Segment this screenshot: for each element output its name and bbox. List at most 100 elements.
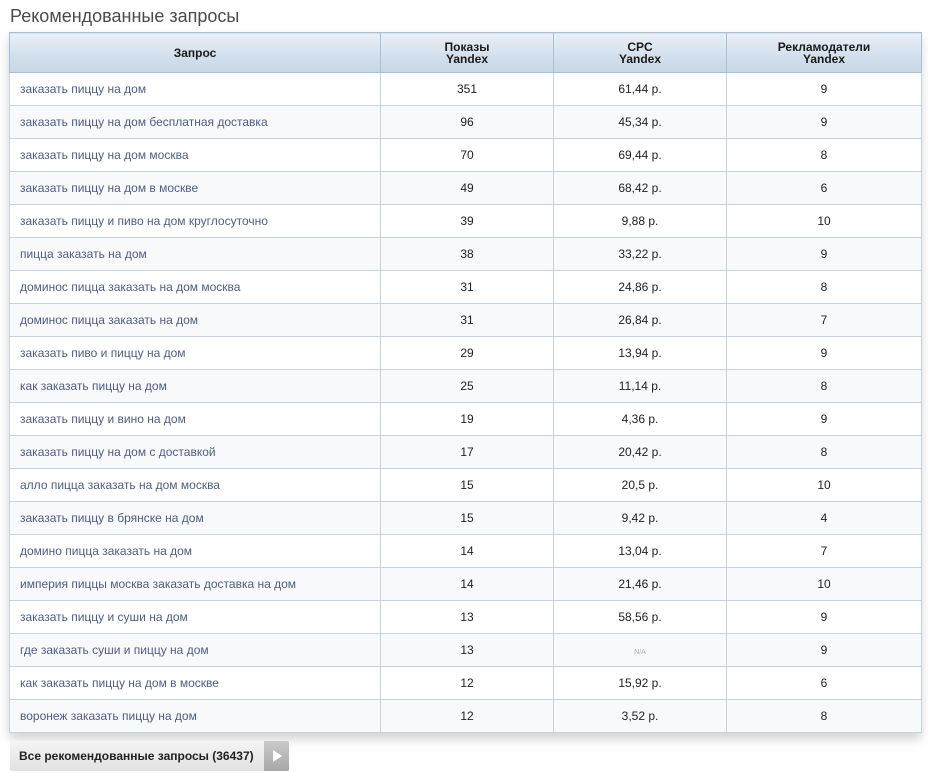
query-cell[interactable]: заказать пиццу и вино на дом <box>9 402 381 436</box>
column-header-shows-line1: Показы <box>444 39 490 54</box>
shows-cell: 15 <box>380 468 554 502</box>
advertisers-cell: 8 <box>726 435 922 469</box>
advertisers-cell: 10 <box>726 204 922 238</box>
query-cell[interactable]: заказать пиццу и пиво на дом круглосуточ… <box>9 204 381 238</box>
shows-cell: 14 <box>380 534 554 568</box>
play-arrow-icon[interactable] <box>264 741 289 771</box>
query-cell[interactable]: алло пицца заказать на дом москва <box>9 468 381 502</box>
section-title: Рекомендованные запросы <box>10 6 240 26</box>
cpc-cell: 24,86 р. <box>553 270 727 304</box>
column-header-cpc[interactable]: CPC Yandex <box>553 32 727 73</box>
shows-cell: 351 <box>380 72 554 106</box>
table-body: заказать пиццу на дом 351 61,44 р. 9 заказат… <box>9 72 922 733</box>
cpc-cell: 21,46 р. <box>553 567 727 601</box>
column-header-cpc-line1: CPC <box>627 39 653 54</box>
table-row: доминос пицца заказать на дом 31 26,84 р. 7 <box>9 303 922 337</box>
query-cell[interactable]: заказать пиво и пиццу на дом <box>9 336 381 370</box>
advertisers-cell: 7 <box>726 534 922 568</box>
column-header-shows[interactable]: Показы Yandex <box>380 32 554 73</box>
query-cell[interactable]: заказать пиццу на дом <box>9 72 381 106</box>
advertisers-cell: 8 <box>726 699 922 733</box>
table-row: империя пиццы москва заказать доставка н… <box>9 567 922 601</box>
shows-cell: 31 <box>380 303 554 337</box>
query-cell[interactable]: как заказать пиццу на дом <box>9 369 381 403</box>
recommended-queries-table: Запрос Показы Yandex CPC Yandex Рекламод… <box>9 32 922 733</box>
table-row: заказать пиццу на дом в москве 49 68,42 р.… <box>9 171 922 205</box>
column-header-advertisers-line1: Рекламодатели <box>777 39 871 54</box>
shows-cell: 49 <box>380 171 554 205</box>
cpc-cell: 68,42 р. <box>553 171 727 205</box>
column-header-shows-line2: Yandex <box>445 51 489 66</box>
table-row: пицца заказать на дом 38 33,22 р. 9 <box>9 237 922 271</box>
shows-cell: 39 <box>380 204 554 238</box>
advertisers-cell: 6 <box>726 666 922 700</box>
table-row: алло пицца заказать на дом москва 15 20,5 … <box>9 468 922 502</box>
query-cell[interactable]: как заказать пиццу на дом в москве <box>9 666 381 700</box>
column-header-shows-label: Показы Yandex <box>445 41 490 65</box>
cpc-cell: 61,44 р. <box>553 72 727 106</box>
cpc-cell: 26,84 р. <box>553 303 727 337</box>
query-cell[interactable]: империя пиццы москва заказать доставка н… <box>9 567 381 601</box>
advertisers-cell: 10 <box>726 468 922 502</box>
query-cell[interactable]: заказать пиццу и суши на дом <box>9 600 381 634</box>
table-row: как заказать пиццу на дом в москве 12 15,9… <box>9 666 922 700</box>
cpc-cell: 13,04 р. <box>553 534 727 568</box>
cpc-cell: 45,34 р. <box>553 105 727 139</box>
advertisers-cell: 8 <box>726 369 922 403</box>
shows-cell: 17 <box>380 435 554 469</box>
table-row: заказать пиццу на дом с доставкой 17 20,42… <box>9 435 922 469</box>
shows-cell: 13 <box>380 600 554 634</box>
shows-cell: 19 <box>380 402 554 436</box>
query-cell[interactable]: заказать пиццу на дом в москве <box>9 171 381 205</box>
all-recommended-queries-button[interactable]: Все рекомендованные запросы (36437) <box>10 741 289 771</box>
query-cell[interactable]: заказать пиццу на дом москва <box>9 138 381 172</box>
cpc-cell: 20,42 р. <box>553 435 727 469</box>
cpc-cell: 58,56 р. <box>553 600 727 634</box>
table-row: заказать пиццу в брянске на дом 15 9,42 р.… <box>9 501 922 535</box>
column-header-advertisers-line2: Yandex <box>802 51 846 66</box>
column-header-advertisers[interactable]: Рекламодатели Yandex <box>726 32 922 73</box>
cpc-cell: 9,42 р. <box>553 501 727 535</box>
advertisers-cell: 9 <box>726 336 922 370</box>
cpc-cell: 33,22 р. <box>553 237 727 271</box>
query-cell[interactable]: где заказать суши и пиццу на дом <box>9 633 381 667</box>
advertisers-cell: 9 <box>726 105 922 139</box>
shows-cell: 38 <box>380 237 554 271</box>
table-row: домино пицца заказать на дом 14 13,04 р. 7 <box>9 534 922 568</box>
query-cell[interactable]: заказать пиццу в брянске на дом <box>9 501 381 535</box>
table-row: как заказать пиццу на дом 25 11,14 р. 8 <box>9 369 922 403</box>
column-header-cpc-label: CPC Yandex <box>619 41 661 65</box>
column-header-query[interactable]: Запрос <box>9 32 381 73</box>
shows-cell: 15 <box>380 501 554 535</box>
advertisers-cell: 8 <box>726 270 922 304</box>
query-cell[interactable]: заказать пиццу на дом бесплатная доставк… <box>9 105 381 139</box>
cpc-cell: 69,44 р. <box>553 138 727 172</box>
cpc-cell: 13,94 р. <box>553 336 727 370</box>
shows-cell: 13 <box>380 633 554 667</box>
table-row: заказать пиццу и пиво на дом круглосуточ… <box>9 204 922 238</box>
advertisers-cell: 8 <box>726 138 922 172</box>
advertisers-cell: 9 <box>726 600 922 634</box>
cpc-cell: 20,5 р. <box>553 468 727 502</box>
query-cell[interactable]: домино пицца заказать на дом <box>9 534 381 568</box>
cpc-cell: 9,88 р. <box>553 204 727 238</box>
cpc-cell: 11,14 р. <box>553 369 727 403</box>
shows-cell: 29 <box>380 336 554 370</box>
advertisers-cell: 4 <box>726 501 922 535</box>
query-cell[interactable]: пицца заказать на дом <box>9 237 381 271</box>
table-row: заказать пиццу и вино на дом 19 4,36 р. 9 <box>9 402 922 436</box>
shows-cell: 70 <box>380 138 554 172</box>
query-cell[interactable]: заказать пиццу на дом с доставкой <box>9 435 381 469</box>
page: Рекомендованные запросы Запрос Показы Ya… <box>0 0 928 773</box>
query-cell[interactable]: доминос пицца заказать на дом москва <box>9 270 381 304</box>
shows-cell: 12 <box>380 699 554 733</box>
table-row: заказать пиццу на дом москва 70 69,44 р. 8 <box>9 138 922 172</box>
column-header-cpc-line2: Yandex <box>618 51 662 66</box>
column-header-query-label: Запрос <box>173 45 217 60</box>
table-row: где заказать суши и пиццу на дом 13 N/A 9 <box>9 633 922 667</box>
all-recommended-queries-label: Все рекомендованные запросы (36437) <box>19 749 254 763</box>
shows-cell: 96 <box>380 105 554 139</box>
query-cell[interactable]: доминос пицца заказать на дом <box>9 303 381 337</box>
advertisers-cell: 9 <box>726 402 922 436</box>
query-cell[interactable]: воронеж заказать пиццу на дом <box>9 699 381 733</box>
